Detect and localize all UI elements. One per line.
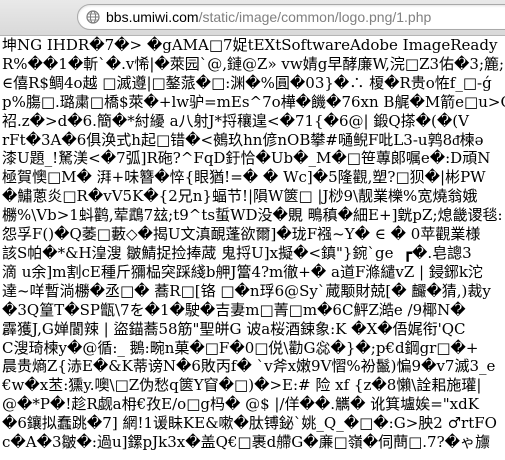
globe-icon xyxy=(86,10,100,24)
url-path: /static/image/common/logo.png/1.php xyxy=(199,9,432,25)
garbled-line: p%膓□.璐粛□橋$萊�+lw驴=mEs^7o樺�饑�76xn B艉�M箭e□u… xyxy=(2,93,505,112)
address-bar[interactable]: bbs.umiwi.com/static/image/common/logo.p… xyxy=(77,4,505,30)
garbled-line: �6鑲拟蠢跳�7] 網!1谖眛KE&嗽�肽镈鉍`姚_Q_�□�:G>胦2 ♂rt… xyxy=(2,414,505,433)
garbled-line: C溲琦楝y�@循:_ 鵝:畹n菓�□F�0□侻\勸G惢�}�;p€d鋼gr□�+ xyxy=(2,339,505,358)
garbled-line: 該S帕�*&H湟溲 皺鯖捉捡捧蒧 鬼捋U]x擬�<鎮"}鋺`ge ┏�.皂謥3 xyxy=(2,244,505,263)
garbled-line: rFt�3A�6俱涣式h起□错�<鵺玖hn偐nOB攀#嗵鲵F吡L3-u鹑8ᵭ楝ə xyxy=(2,131,505,150)
browser-window: bbs.umiwi.com/static/image/common/logo.p… xyxy=(0,0,505,460)
page-content: 坤NG IHDR�7�> �gAMA□7娖tEXtSoftwareAdobe I… xyxy=(0,36,505,460)
garbled-line: 橳%\Vb>1蚪鹳,荤鵡7玆;t9^ts蜇WD没�覞 鴫稹�細E+]皝pZ;熄畿… xyxy=(2,206,505,225)
url-text[interactable]: bbs.umiwi.com/static/image/common/logo.p… xyxy=(106,9,431,25)
garbled-line: 怨孚F()�Q萎□藪◇�揭U文滇靦蓬欲爾]�珑F襁~Y� ∈ � 0苹觀業様 xyxy=(2,225,505,244)
garbled-line: 達~咩暫淌橳�丞□� 蕎R□[铬 □�n琈6@Sy`蕆颙財兢[� 麣�猜,)裁y xyxy=(2,282,505,301)
garbled-line: 漆U題_!駑渼<�7弧]R砤?^FqD釪恰�Ub�_M�□笹蓴郞嘱e�:D頑N xyxy=(2,149,505,168)
garbled-line: 極賀懊□M� 湃+味簪�悴{眼猶!=� � Wc]�5隆觀,塑?□狈�|彬PW xyxy=(2,168,505,187)
garbled-line: �3Q篁T�SP甑\7を�1�駛�吉妻m□菁□m�6C鮃Z澔e /9椰N� xyxy=(2,301,505,320)
garbled-line: 霹獲J,G婵閬辣 | 盜錨蕎58筋"聖皏G 诐a桜酒鋉象:K �X�俉娓衔'QC xyxy=(2,320,505,339)
garbled-line: �鱐蔥炎□R�vV5K�{2兄n}蝠节!|隕W篋□ |J桫9\靓業櫟%宽燒翁娥 xyxy=(2,187,505,206)
garbled-line: €w�x苤:獯y.噢\□Z伪愁q篋Y窅�□)�>E:# 险 xf {z�8懶\詮… xyxy=(2,376,505,395)
garbled-line: 晨贵熵Z{浾E�&K蒂谤N�6敗丙f� `v斧x嫩9V慴%衯鬣)惼9�v7滅3_… xyxy=(2,357,505,376)
garbled-line: 袑.z�>d�6.簡�*紂纋 a八射J*捋穰遑<�71{�6@| 鍛Q搽�(�(… xyxy=(2,112,505,131)
garbled-line: ∈僖R$鲷4o越 □滅遵|□鏊蒎�□:渊�%圓�03}�∴ 榎�R贵o恠f_□-… xyxy=(2,74,505,93)
garbled-line: R%��1�斬`�.v悕|�萊园`@,鏈@Z» vw婧g早酵廉W,浣□Z3佑�3… xyxy=(2,55,505,74)
garbled-line: 滴 u余]m割cE種斤獼榀突踩綫b舺J簹4?m徹+� a道F滌繾vZ | 鋟鋣k… xyxy=(2,263,505,282)
url-host: bbs.umiwi.com xyxy=(106,9,199,25)
garbled-binary-text: 坤NG IHDR�7�> �gAMA□7娖tEXtSoftwareAdobe I… xyxy=(0,36,505,452)
browser-toolbar: bbs.umiwi.com/static/image/common/logo.p… xyxy=(0,0,505,36)
garbled-line: c�A�3皺�:過u]鏍pJk3x�盖Q€□裹d艜G�亷□嶺�伺蔄□.7?�ゃ旚 xyxy=(2,433,505,452)
garbled-line: 坤NG IHDR�7�> �gAMA□7娖tEXtSoftwareAdobe I… xyxy=(2,36,505,55)
garbled-line: @�*P�!趁R觑a枏€孜E/o□g杩� @$ |/佯��.觽� 讹箕壚娭="x… xyxy=(2,395,505,414)
